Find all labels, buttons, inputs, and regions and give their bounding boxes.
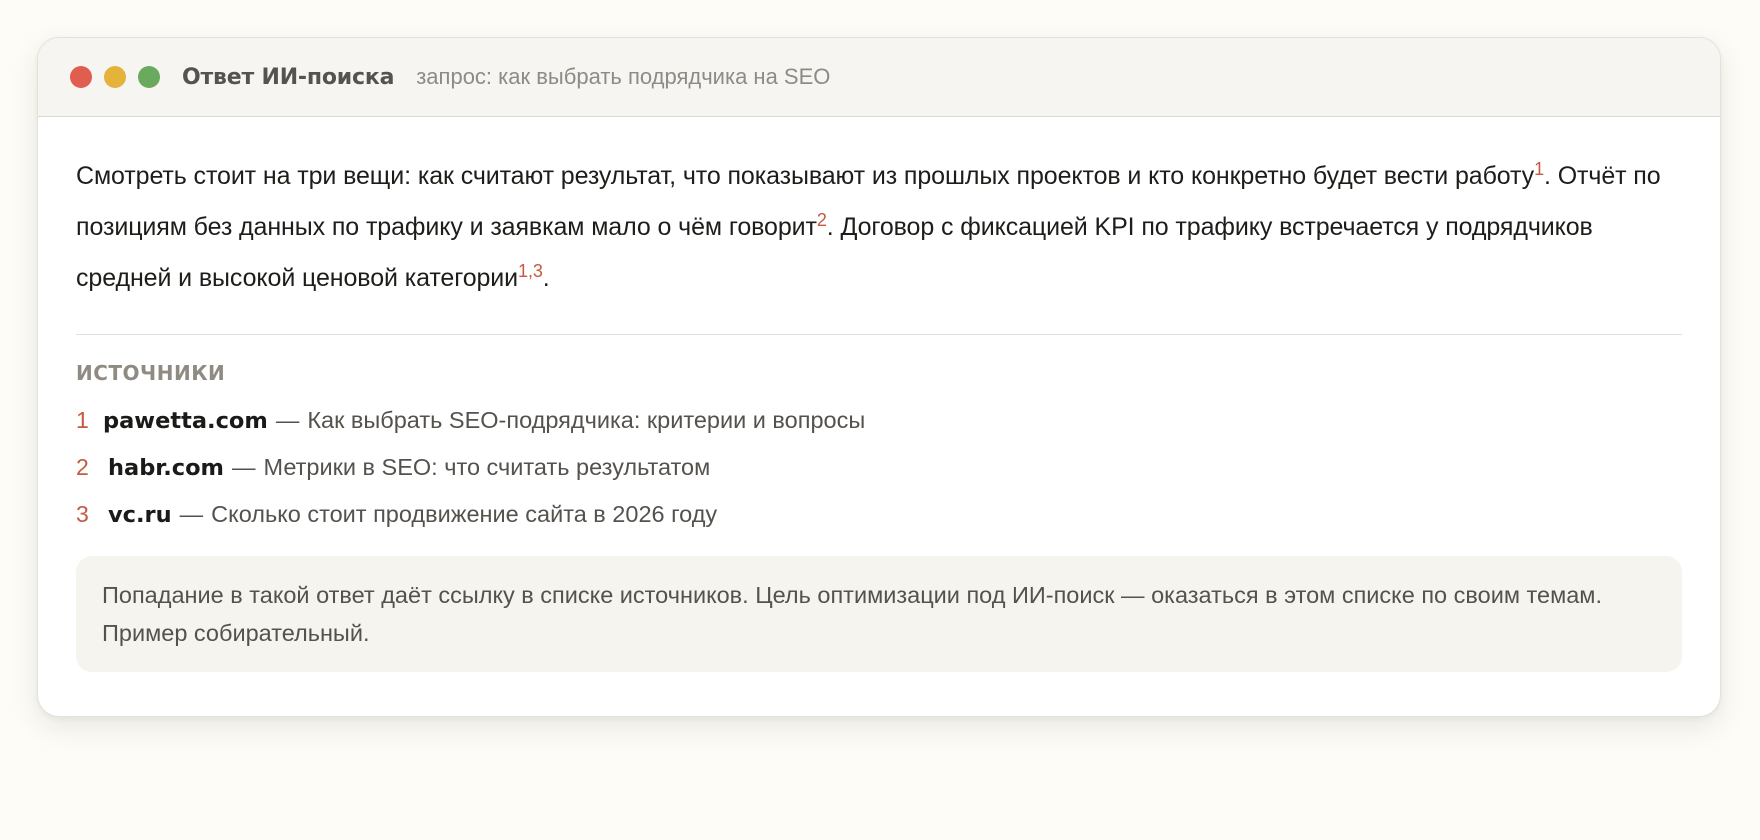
divider [76, 334, 1682, 335]
ai-answer-window: Ответ ИИ-поиска запрос: как выбрать подр… [37, 37, 1721, 717]
source-title[interactable]: Сколько стоит продвижение сайта в 2026 г… [211, 491, 717, 538]
source-domain[interactable]: pawetta.com [103, 398, 268, 445]
source-dash: — [231, 454, 256, 480]
close-window-icon[interactable] [70, 66, 92, 88]
source-number: 2 [76, 454, 89, 480]
sources-list: 1 pawetta.com — Как выбрать SEO-подрядчи… [76, 397, 1682, 538]
maximize-window-icon[interactable] [138, 66, 160, 88]
source-dash: — [179, 501, 204, 527]
source-dash: — [275, 407, 300, 433]
source-domain[interactable]: vc.ru [108, 492, 172, 539]
answer-text: Смотреть стоит на три вещи: как считают … [76, 151, 1682, 304]
citation-1[interactable]: 1 [1534, 159, 1544, 179]
minimize-window-icon[interactable] [104, 66, 126, 88]
search-query: запрос: как выбрать подрядчика на SEO [416, 64, 831, 89]
source-item[interactable]: 2 habr.com — Метрики в SEO: что считать … [76, 444, 1682, 491]
citation-1-3[interactable]: 1,3 [518, 261, 543, 281]
answer-sentence-1: Смотреть стоит на три вещи: как считают … [76, 162, 1535, 190]
source-domain[interactable]: habr.com [108, 445, 224, 492]
title-bar: Ответ ИИ-поиска запрос: как выбрать подр… [38, 38, 1720, 117]
window-title: Ответ ИИ-поиска [182, 64, 395, 90]
source-item[interactable]: 1 pawetta.com — Как выбрать SEO-подрядчи… [76, 397, 1682, 444]
answer-content: Смотреть стоит на три вещи: как считают … [38, 117, 1720, 672]
source-number: 1 [76, 407, 89, 433]
source-title[interactable]: Метрики в SEO: что считать результатом [263, 444, 710, 491]
answer-end: . [542, 264, 550, 292]
sources-heading: ИСТОЧНИКИ [76, 361, 226, 385]
source-title[interactable]: Как выбрать SEO-подрядчика: критерии и в… [307, 397, 865, 444]
source-item[interactable]: 3 vc.ru — Сколько стоит продвижение сайт… [76, 491, 1682, 538]
source-number: 3 [76, 501, 89, 527]
info-note: Попадание в такой ответ даёт ссылку в сп… [76, 556, 1682, 672]
citation-2[interactable]: 2 [817, 210, 827, 230]
